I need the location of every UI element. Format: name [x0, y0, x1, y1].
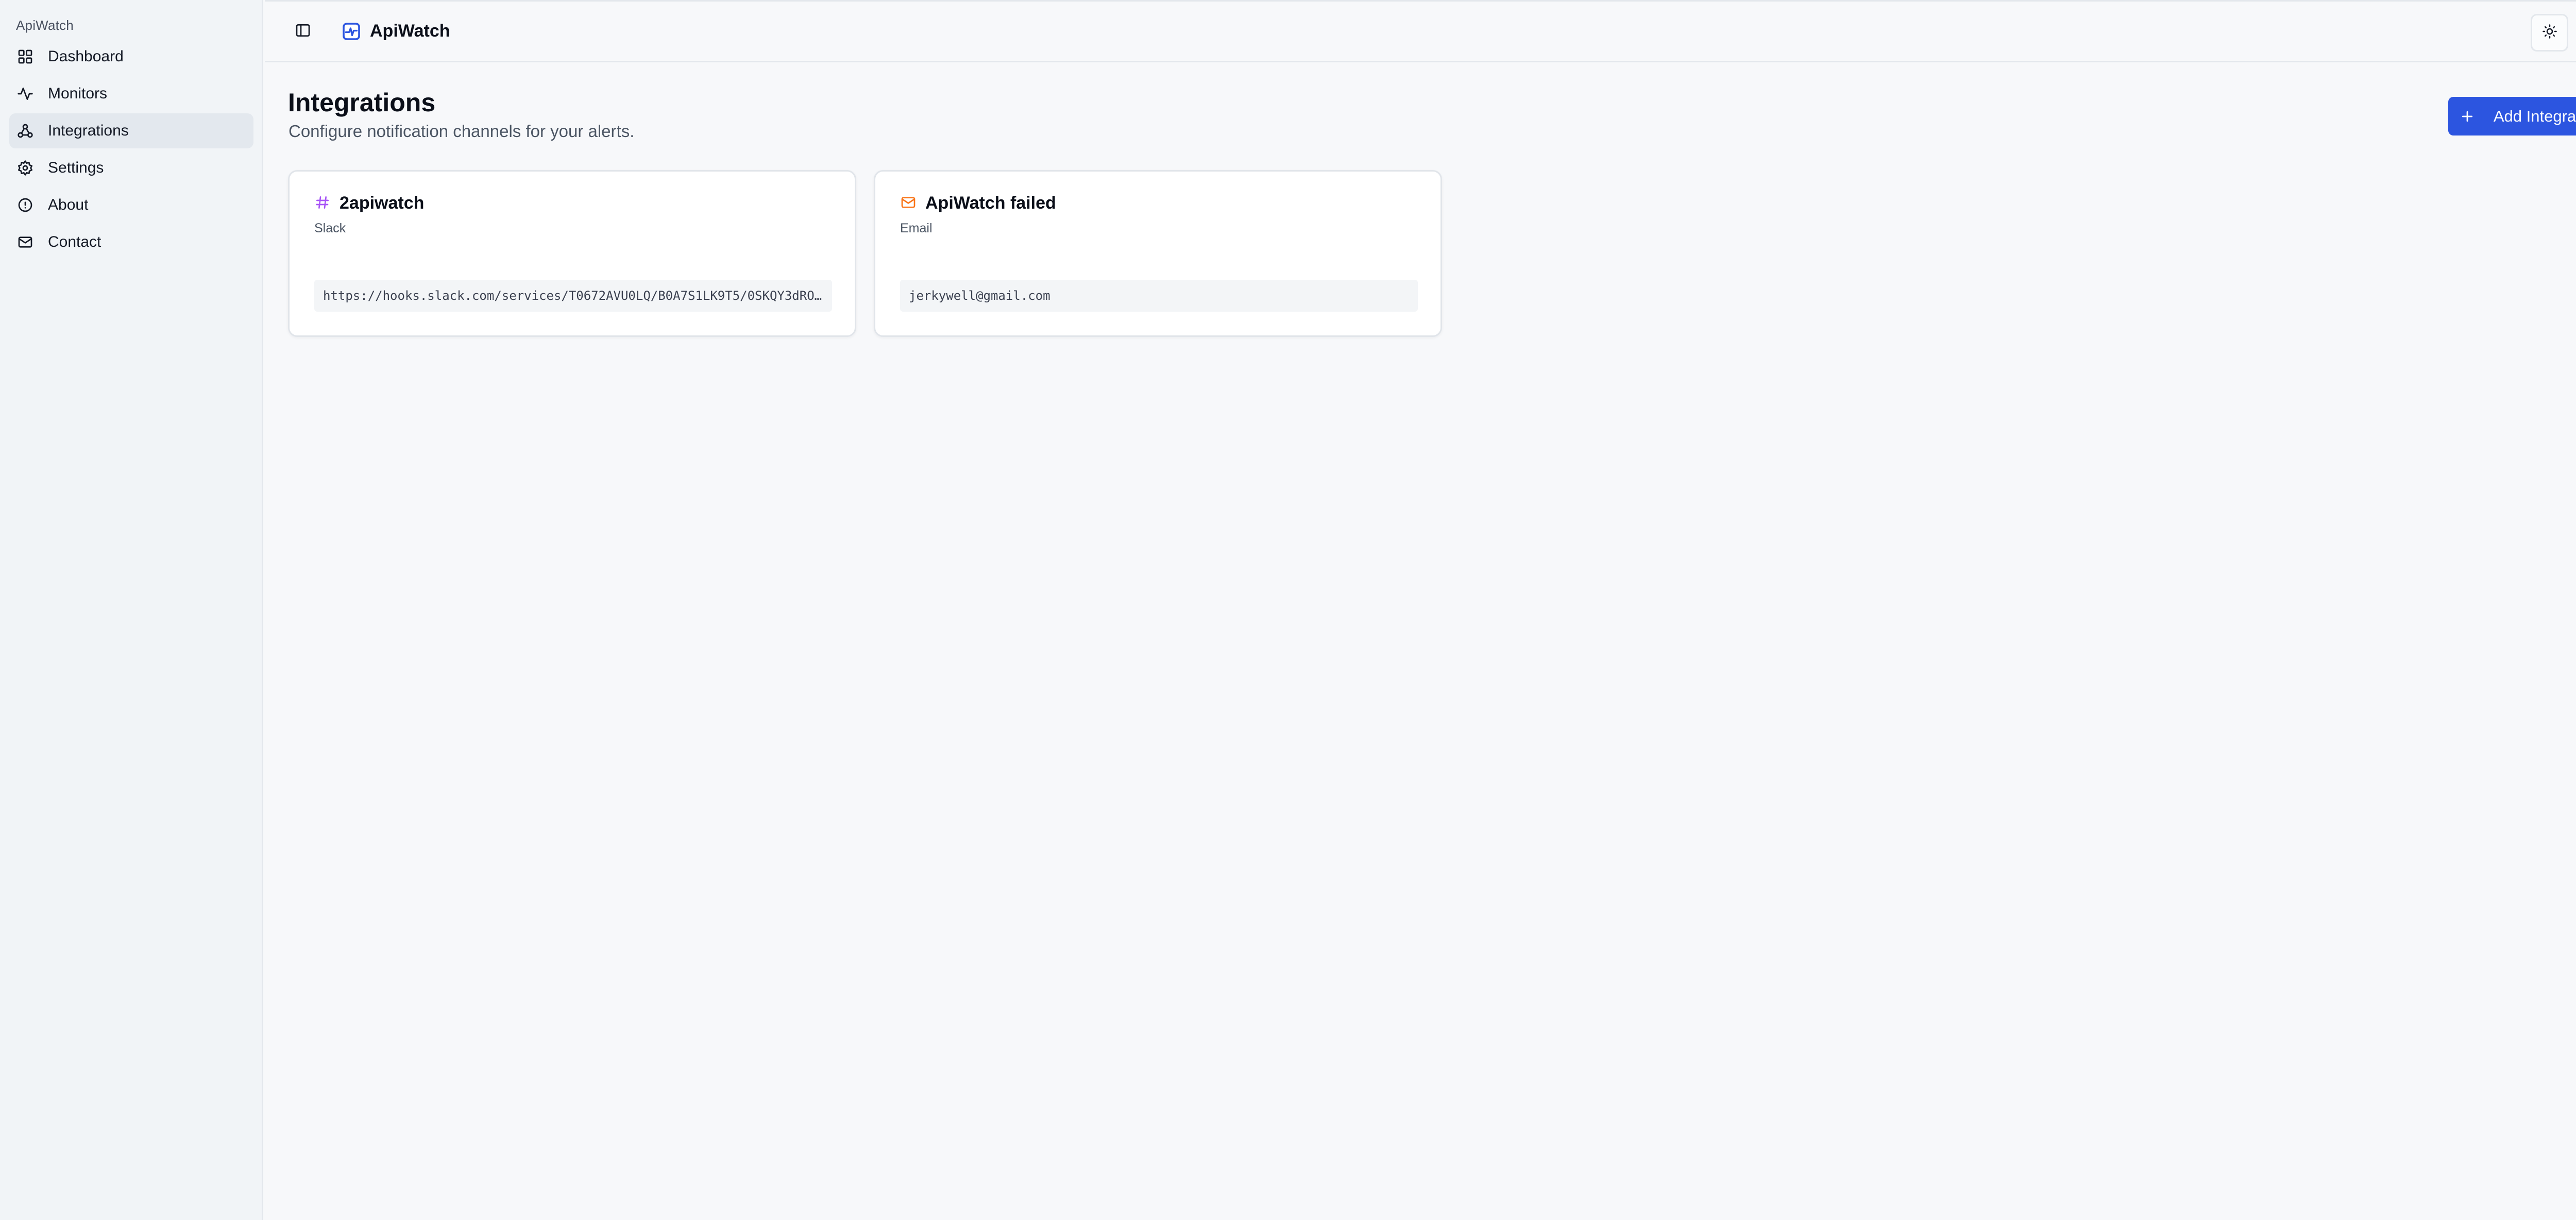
integrations-icon: [17, 123, 33, 139]
sidebar-item-integrations[interactable]: Integrations: [9, 113, 253, 148]
sidebar-toggle-button[interactable]: [293, 21, 313, 42]
integration-name: 2apiwatch: [340, 193, 425, 213]
sidebar-item-label: Settings: [48, 159, 104, 176]
sidebar-item-label: About: [48, 196, 89, 213]
add-integration-button[interactable]: Add Integration: [2448, 97, 2576, 135]
app-root: ApiWatch Dashboard Monitors Integrations…: [0, 0, 2576, 1220]
info-icon: [17, 197, 33, 213]
integration-card[interactable]: 2apiwatch Slack https://hooks.slack.com/…: [288, 170, 856, 337]
activity-icon: [17, 86, 33, 102]
integration-card[interactable]: ApiWatch failed Email jerkywell@gmail.co…: [874, 170, 1442, 337]
page-title: Integrations: [288, 88, 436, 117]
add-integration-label: Add Integration: [2493, 107, 2576, 125]
mail-icon: [900, 194, 917, 211]
page-subtitle: Configure notification channels for your…: [289, 122, 635, 141]
plus-icon: [2460, 109, 2475, 124]
sidebar-item-label: Contact: [48, 233, 101, 250]
integration-email-address: jerkywell@gmail.com: [900, 280, 1418, 312]
sidebar-item-settings[interactable]: Settings: [9, 150, 253, 185]
sidebar-item-monitors[interactable]: Monitors: [9, 76, 253, 111]
sidebar-nav: Dashboard Monitors Integrations Settings…: [9, 39, 253, 262]
hash-icon: [314, 194, 331, 211]
panel-left-icon: [295, 22, 311, 41]
sidebar-item-dashboard[interactable]: Dashboard: [9, 39, 253, 74]
mail-icon: [17, 234, 33, 250]
sidebar-item-label: Dashboard: [48, 48, 124, 65]
pulse-logo-icon: [342, 22, 361, 41]
theme-toggle-button[interactable]: [2531, 14, 2568, 52]
sidebar-item-label: Monitors: [48, 85, 108, 102]
gear-icon: [17, 160, 33, 176]
app-title: ApiWatch: [370, 21, 450, 41]
integration-name: ApiWatch failed: [925, 193, 1056, 213]
integration-webhook-url: https://hooks.slack.com/services/T0672AV…: [314, 280, 832, 312]
sidebar-item-about[interactable]: About: [9, 188, 253, 223]
integration-type: Email: [900, 221, 933, 235]
integration-type: Slack: [314, 221, 346, 235]
sun-icon: [2542, 24, 2557, 42]
sidebar: ApiWatch Dashboard Monitors Integrations…: [0, 0, 263, 1220]
sidebar-item-contact[interactable]: Contact: [9, 225, 253, 260]
sidebar-item-label: Integrations: [48, 122, 129, 139]
grid-icon: [17, 48, 33, 65]
top-bar: ApiWatch: [265, 0, 2576, 62]
sidebar-app-label: ApiWatch: [16, 18, 74, 33]
